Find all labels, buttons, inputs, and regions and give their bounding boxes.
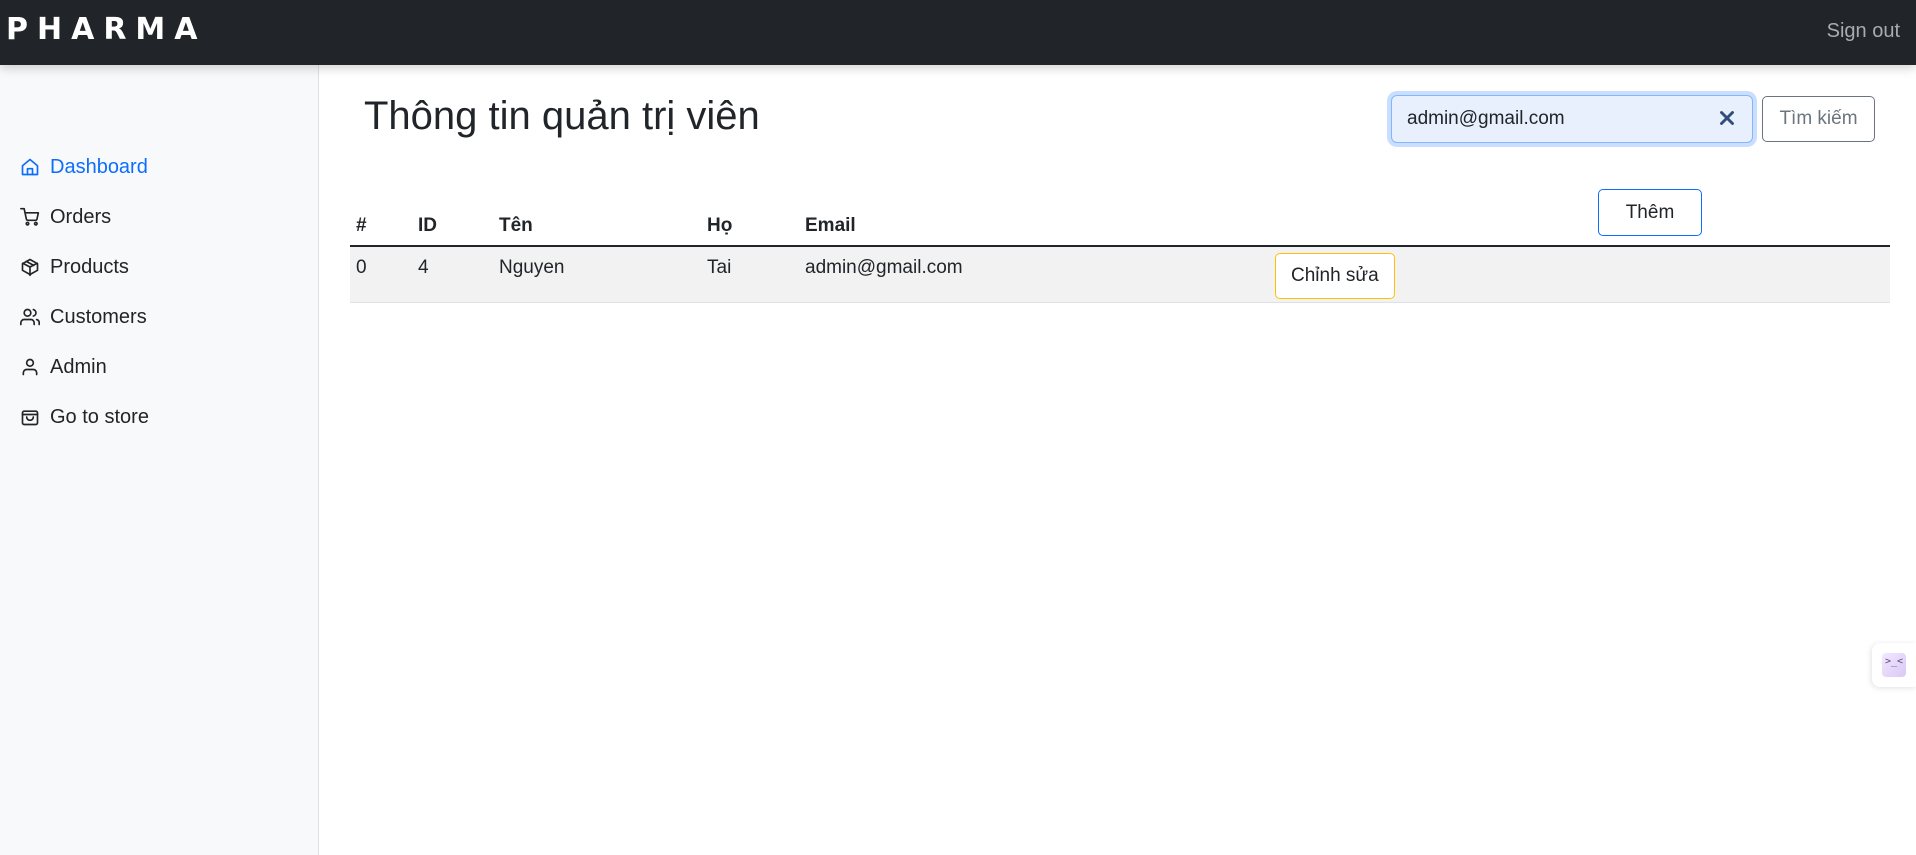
column-header-actions — [1269, 202, 1890, 247]
sidebar: Dashboard Orders Products Customers Admi… — [0, 65, 319, 855]
sidebar-item-label: Go to store — [50, 405, 149, 428]
column-header-index: # — [350, 202, 412, 247]
home-icon — [21, 158, 39, 176]
sidebar-item-customers[interactable]: Customers — [20, 302, 147, 332]
column-header-first-name: Tên — [493, 202, 701, 247]
sidebar-item-label: Dashboard — [50, 155, 148, 178]
cell-first-name: Nguyen — [493, 246, 701, 303]
admin-table: # ID Tên Họ Email 0 4 Nguyen Tai admin@g… — [350, 202, 1890, 303]
users-icon — [20, 308, 40, 326]
table-header: # ID Tên Họ Email — [350, 202, 1890, 247]
search-button[interactable]: Tìm kiếm — [1762, 96, 1875, 142]
sidebar-item-label: Customers — [50, 305, 147, 328]
extension-widget[interactable]: >_< — [1872, 643, 1916, 687]
close-icon[interactable] — [1716, 107, 1738, 129]
table-row: 0 4 Nguyen Tai admin@gmail.com Chỉnh sửa — [350, 246, 1890, 303]
box-icon — [21, 258, 39, 277]
cell-id: 4 — [412, 246, 493, 303]
search-input[interactable] — [1392, 96, 1702, 142]
cart-icon — [20, 207, 40, 226]
sidebar-item-admin[interactable]: Admin — [20, 352, 107, 382]
top-navbar: PHARMA Sign out — [0, 0, 1916, 65]
cell-last-name: Tai — [701, 246, 799, 303]
sidebar-item-dashboard[interactable]: Dashboard — [20, 152, 148, 182]
shopping-bag-icon — [21, 410, 39, 426]
cell-index: 0 — [350, 246, 412, 303]
sign-out-link[interactable]: Sign out — [1827, 20, 1900, 43]
search-box — [1391, 95, 1753, 143]
column-header-email: Email — [799, 202, 1269, 247]
sidebar-item-label: Products — [50, 255, 129, 278]
sidebar-item-label: Orders — [50, 205, 112, 228]
user-icon — [22, 358, 38, 376]
page-title: Thông tin quản trị viên — [364, 94, 760, 138]
sidebar-item-label: Admin — [50, 355, 107, 378]
extension-icon: >_< — [1882, 653, 1906, 677]
sidebar-item-products[interactable]: Products — [20, 252, 129, 282]
column-header-id: ID — [412, 202, 493, 247]
brand-logo[interactable]: PHARMA — [6, 12, 206, 47]
cell-email: admin@gmail.com — [799, 246, 1269, 303]
column-header-last-name: Họ — [701, 202, 799, 247]
sidebar-item-orders[interactable]: Orders — [20, 202, 111, 232]
sidebar-item-go-to-store[interactable]: Go to store — [20, 402, 149, 432]
cell-actions: Chỉnh sửa — [1269, 246, 1890, 303]
edit-button[interactable]: Chỉnh sửa — [1275, 253, 1395, 299]
